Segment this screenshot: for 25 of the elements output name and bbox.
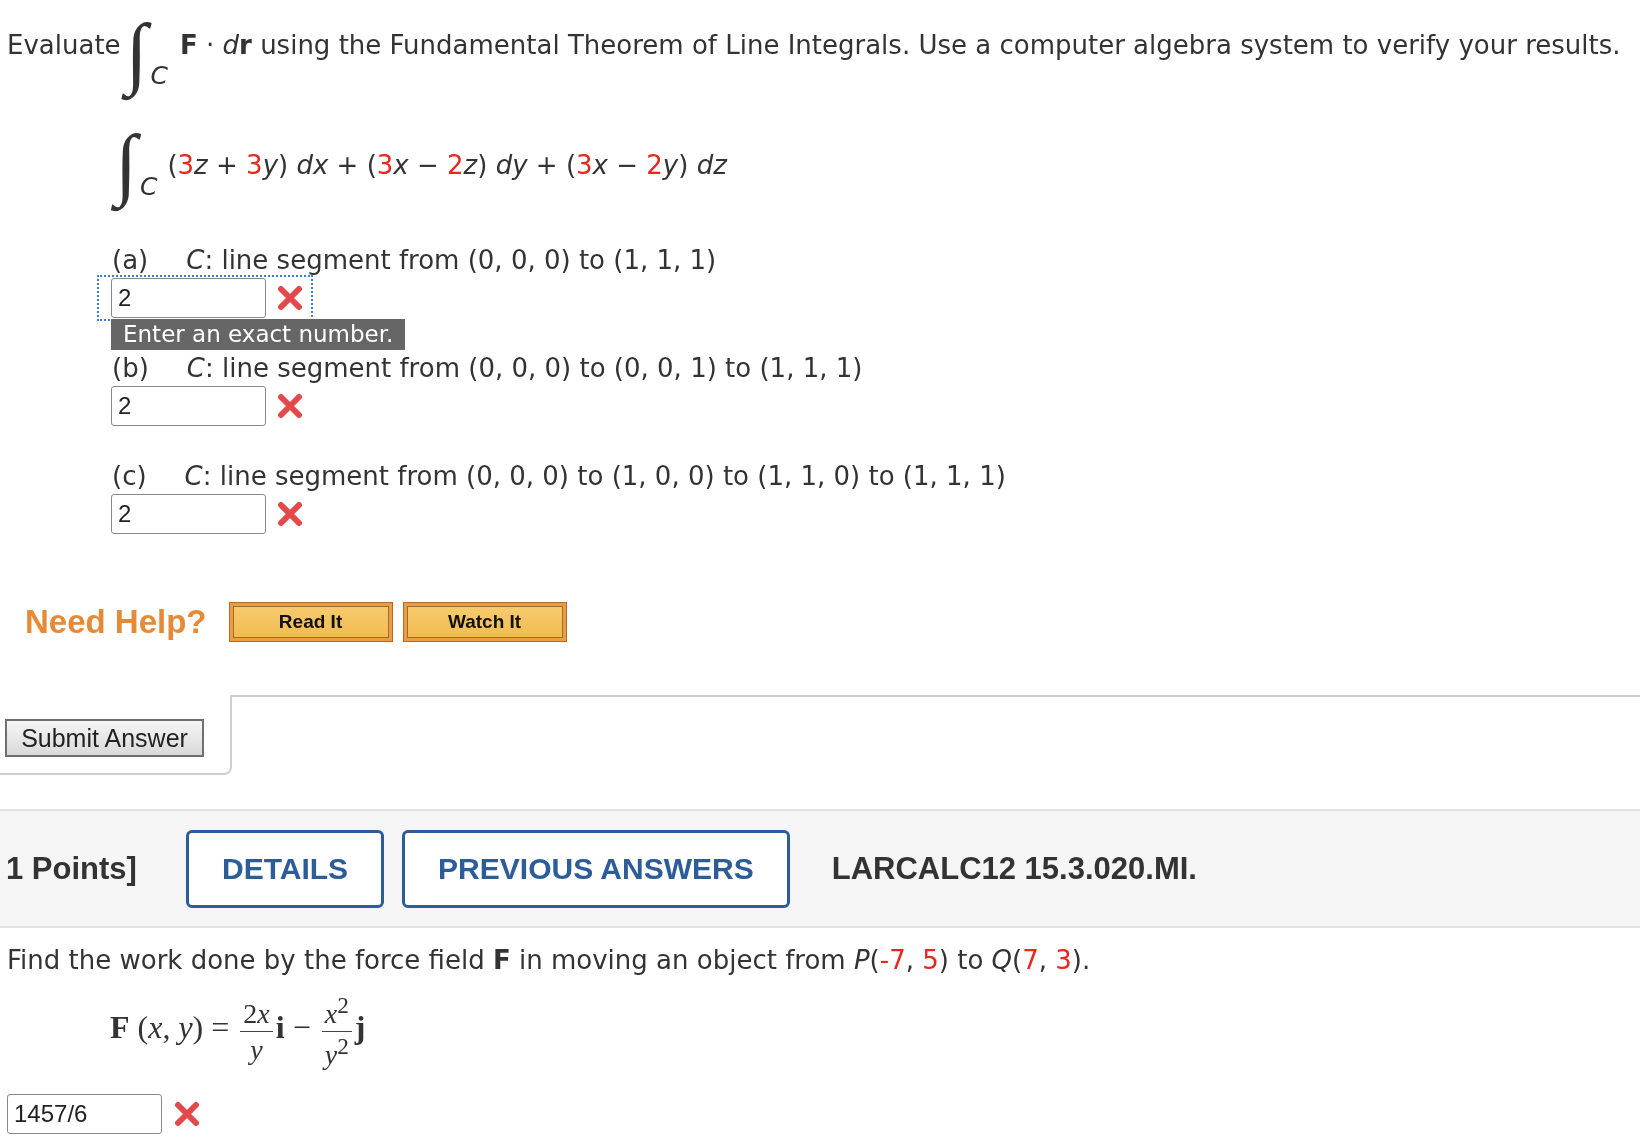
answer-field[interactable]: 1457/6 — [7, 1094, 162, 1134]
help-button[interactable]: Read It — [228, 602, 393, 642]
part-description: C: line segment from (0, 0, 0) to (1, 1, 1) — [186, 245, 717, 275]
header-button[interactable]: DETAILS — [186, 829, 385, 908]
tooltip: Enter an exact number. — [111, 319, 406, 350]
integral-subscript: C — [139, 174, 158, 199]
help-button[interactable]: Watch It — [402, 602, 567, 642]
integral-subscript: C — [150, 63, 168, 88]
answer-field[interactable]: 2 — [111, 386, 266, 426]
answer-field[interactable]: 2 — [111, 494, 266, 534]
need-help-heading: Need Help? — [25, 603, 207, 641]
integrand-expression: (3z + 3y) dx + (3x − 2z) dy + (3x − 2y) dz — [167, 149, 727, 182]
points-text: 1 Points] — [5, 850, 138, 887]
answer-field[interactable]: 2 — [111, 278, 266, 318]
statement-text: Evaluate — [7, 29, 121, 62]
force-field-formula: F (x, y) = 2x y i − x$^{2}$ y$^{2}$ j — [110, 990, 366, 1072]
part-label: (b) — [112, 353, 149, 383]
part-description: C: line segment from (0, 0, 0) to (1, 0, 0) to (1, 1, 0) to (1, 1, 1) — [184, 461, 1006, 491]
part-description: C: line segment from (0, 0, 0) to (0, 0, 1) to (1, 1, 1) — [186, 353, 863, 383]
header-button[interactable]: PREVIOUS ANSWERS — [402, 829, 790, 908]
submit-answer-button[interactable]: Submit Answer — [5, 719, 204, 757]
part-label: (c) — [112, 461, 147, 491]
statement-text: F · dr using the Fundamental Theorem of Line Integrals. Use a computer algebra system to verify your results. — [179, 29, 1621, 62]
part-label: (a) — [112, 245, 149, 275]
question-id: LARCALC12 15.3.020.MI. — [831, 850, 1197, 887]
